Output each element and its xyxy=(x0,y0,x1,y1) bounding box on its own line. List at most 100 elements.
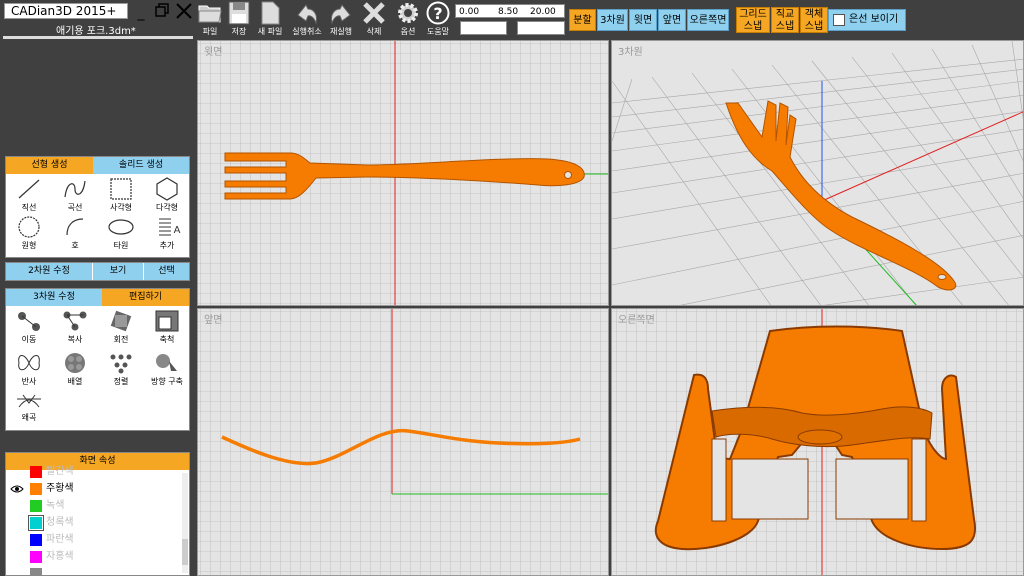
close-icon[interactable] xyxy=(175,2,193,20)
arc-tool[interactable]: 호 xyxy=(52,215,98,251)
undo-button[interactable]: 실행취소 xyxy=(290,1,324,39)
add-tool[interactable]: A 추가 xyxy=(144,215,190,251)
svg-text:A: A xyxy=(174,225,181,236)
view-right-button[interactable]: 오른쪽면 xyxy=(687,9,729,31)
coord-z: 20.00 xyxy=(530,7,556,17)
curve-tool[interactable]: 곡선 xyxy=(52,177,98,213)
layer-row-blue[interactable]: 파란색 xyxy=(6,532,182,549)
tool-label: 원형 xyxy=(21,241,37,250)
top-view-canvas xyxy=(198,41,608,305)
layer-list: 화면 속성 빨간색 주황색 녹색 청록색 파란색 자홍색 xyxy=(5,452,190,576)
rectangle-tool[interactable]: 사각형 xyxy=(98,177,144,213)
save-button[interactable]: 저장 xyxy=(228,1,250,39)
circle-tool[interactable]: 원형 xyxy=(6,215,52,251)
coord-x: 0.00 xyxy=(459,7,480,17)
view-3d-button[interactable]: 3차원 xyxy=(597,9,628,31)
layer-row-red[interactable]: 빨간색 xyxy=(6,464,182,481)
viewport-label: 오른쪽면 xyxy=(618,315,655,326)
layer-row-magenta[interactable]: 자홍색 xyxy=(6,549,182,566)
help-button[interactable]: ? 도움말 xyxy=(424,1,452,39)
create-panel: 선형 생성 솔리드 생성 직선 곡선 사각형 다각형 원형 호 타원 A 추가 xyxy=(5,156,190,258)
input-field-2[interactable] xyxy=(517,21,565,35)
right-view-canvas xyxy=(612,309,1023,575)
input-field-1[interactable] xyxy=(460,21,507,35)
tool-label: 옵션 xyxy=(400,27,416,36)
layer-row-green[interactable]: 녹색 xyxy=(6,498,182,515)
minimize-icon[interactable]: _ xyxy=(132,4,150,22)
move-tool[interactable]: 이동 xyxy=(6,309,52,345)
orient-tool[interactable]: 방향 구축 xyxy=(144,351,190,387)
tool-label: 저장 xyxy=(231,27,247,36)
view-split-button[interactable]: 분할 xyxy=(569,9,596,31)
layer-name: 청록색 xyxy=(46,517,74,528)
layer-row-cyan[interactable]: 청록색 xyxy=(6,515,182,532)
tab-3d-edit[interactable]: 3차원 수정 xyxy=(6,289,102,306)
polygon-icon xyxy=(156,177,178,201)
delete-button[interactable]: 삭제 xyxy=(360,1,388,39)
layer-color-swatch[interactable] xyxy=(30,500,42,512)
layer-row-gray[interactable] xyxy=(6,566,182,576)
tab-select[interactable]: 선택 xyxy=(144,263,189,280)
tab-solid-create[interactable]: 솔리드 생성 xyxy=(93,157,189,174)
snap-line2: 스냅 xyxy=(775,21,795,32)
copy-tool[interactable]: 복사 xyxy=(52,309,98,345)
layer-scrollbar[interactable] xyxy=(182,473,188,573)
perspective-canvas xyxy=(612,41,1023,305)
eye-icon[interactable] xyxy=(10,483,24,495)
array-icon xyxy=(65,353,85,373)
layer-color-swatch[interactable] xyxy=(30,466,42,478)
tab-2d-edit[interactable]: 2차원 수정 xyxy=(6,263,92,280)
app-title: CADian3D 2015+ xyxy=(4,3,128,19)
tab-line-create[interactable]: 선형 생성 xyxy=(6,157,93,174)
array-tool[interactable]: 배열 xyxy=(52,351,98,387)
grid-snap-button[interactable]: 그리드 스냅 xyxy=(736,7,770,33)
new-file-icon xyxy=(261,1,280,25)
line-tool[interactable]: 직선 xyxy=(6,177,52,213)
scale-icon xyxy=(155,310,179,332)
coordinate-readout[interactable]: 0.00 8.50 20.00 xyxy=(455,4,565,18)
align-tool[interactable]: 정렬 xyxy=(98,351,144,387)
new-file-button[interactable]: 새 파일 xyxy=(255,1,285,39)
gear-icon xyxy=(398,3,418,23)
save-icon xyxy=(228,1,250,25)
snap-line1: 객체 xyxy=(804,9,824,20)
scrollbar-thumb[interactable] xyxy=(182,539,188,565)
viewport-front[interactable]: 앞면 xyxy=(197,308,609,576)
options-button[interactable]: 옵션 xyxy=(395,1,421,39)
ellipse-tool[interactable]: 타원 xyxy=(98,215,144,251)
tool-label: 호 xyxy=(71,241,79,250)
ortho-snap-button[interactable]: 직교 스냅 xyxy=(771,7,799,33)
object-snap-button[interactable]: 객체 스냅 xyxy=(800,7,828,33)
file-name: 애기용 포크.3dm* xyxy=(56,26,136,37)
tool-label: 추가 xyxy=(159,241,175,250)
hidden-line-toggle[interactable]: 은선 보이기 xyxy=(828,9,906,31)
layer-row-orange[interactable]: 주황색 xyxy=(6,481,182,498)
orient-icon xyxy=(156,354,177,371)
front-view-canvas xyxy=(198,309,608,575)
layer-color-swatch[interactable] xyxy=(30,534,42,546)
layer-color-swatch[interactable] xyxy=(30,551,42,563)
restore-icon[interactable] xyxy=(153,2,171,20)
layer-color-swatch[interactable] xyxy=(28,515,44,531)
open-file-button[interactable]: 파일 xyxy=(197,1,223,39)
tool-label: 정렬 xyxy=(113,377,129,386)
layer-color-swatch[interactable] xyxy=(30,568,42,576)
layer-name: 빨간색 xyxy=(46,466,74,477)
polygon-tool[interactable]: 다각형 xyxy=(144,177,190,213)
redo-button[interactable]: 재실행 xyxy=(326,1,356,39)
view-top-button[interactable]: 윗면 xyxy=(629,9,657,31)
butterfly-icon xyxy=(18,355,40,371)
tab-editing[interactable]: 편집하기 xyxy=(102,289,189,306)
scale-tool[interactable]: 축척 xyxy=(144,309,190,345)
hidden-line-checkbox[interactable] xyxy=(833,14,845,26)
viewport-right[interactable]: 오른쪽면 xyxy=(611,308,1024,576)
layer-color-swatch[interactable] xyxy=(30,483,42,495)
view-front-button[interactable]: 앞면 xyxy=(658,9,686,31)
rotate-tool[interactable]: 회전 xyxy=(98,309,144,345)
tab-view[interactable]: 보기 xyxy=(93,263,143,280)
warp-tool[interactable]: 왜곡 xyxy=(6,391,52,423)
viewport-top[interactable]: 윗면 xyxy=(197,40,609,306)
viewport-perspective[interactable]: 3차원 xyxy=(611,40,1024,306)
tool-label: 다각형 xyxy=(155,203,179,212)
mirror-tool[interactable]: 반사 xyxy=(6,351,52,387)
